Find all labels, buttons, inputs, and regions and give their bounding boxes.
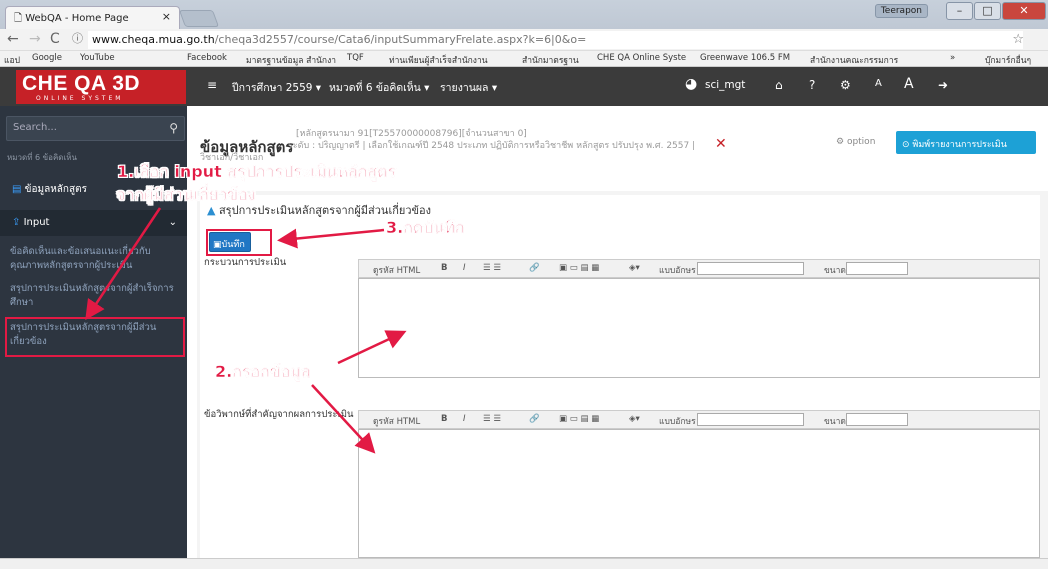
annotation-step2: 2.กรอกข้อมูล	[215, 362, 311, 381]
arrow-to-editor-1	[337, 330, 407, 365]
horizontal-scrollbar[interactable]	[0, 558, 1048, 569]
arrow-to-save	[277, 228, 385, 249]
arrow-to-sidebar	[85, 207, 162, 321]
arrow-to-editor-2	[311, 384, 376, 454]
annotation-step3: 3.กดบันทึก	[386, 218, 465, 237]
annotation-arrows	[85, 207, 407, 454]
annotation-step1-line2: จากผู้มีส่วนเกี่ยวข้อง	[116, 185, 256, 204]
annotation-step1: 1.เลือก input สรุปการประเมินหลักสูตร	[117, 162, 397, 181]
